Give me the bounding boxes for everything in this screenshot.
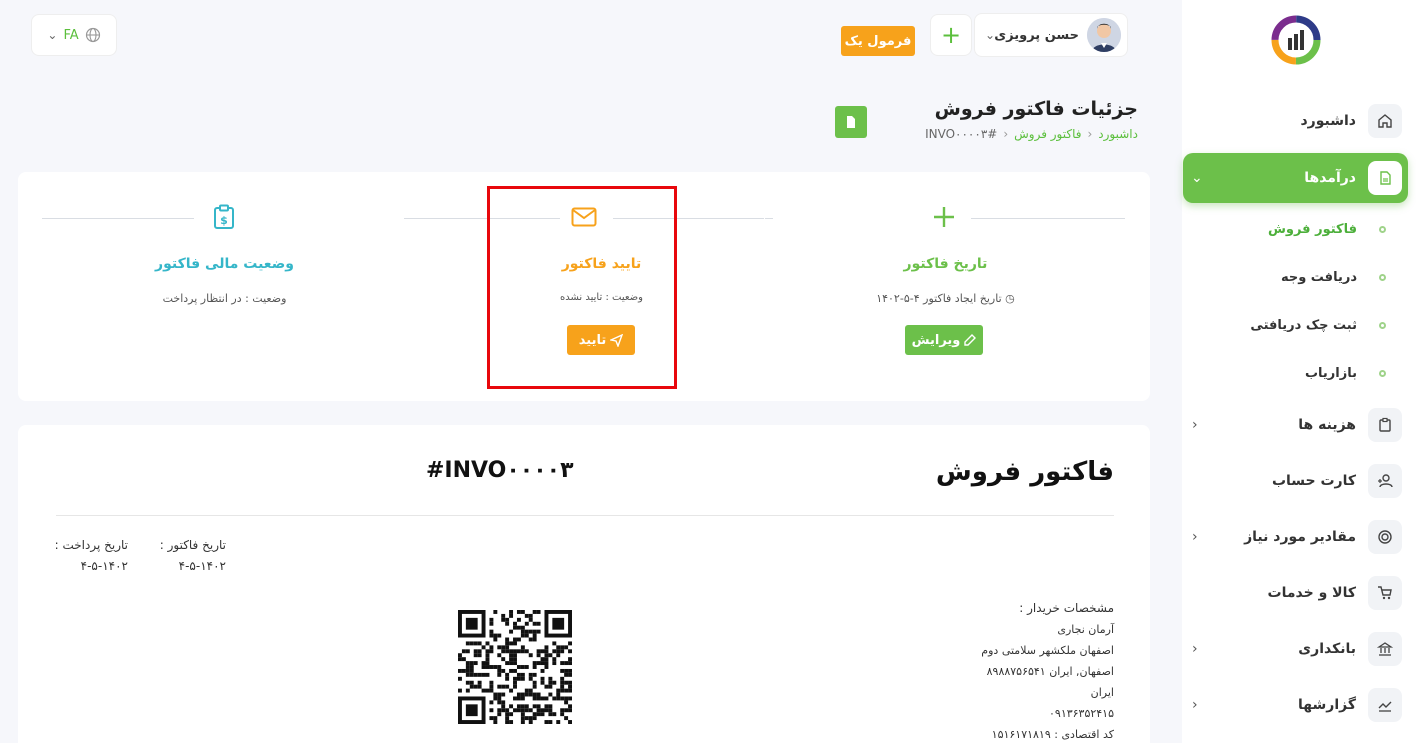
chevron-down-icon: ⌄ [1191, 170, 1203, 186]
document-icon [847, 116, 855, 128]
edit-icon [964, 334, 977, 346]
buyer-heading: مشخصات خریدار : [1019, 601, 1114, 615]
buyer-economic-code: کد اقتصادی : ۱۵۱۶۱۷۱۸۱۹ [991, 728, 1114, 741]
edit-button[interactable]: ویرایش [905, 325, 983, 355]
invoice-card: فاکتور فروش #INVO۰۰۰۰۳ تاریخ فاکتور : ۴-… [18, 425, 1150, 743]
sidebar-item-account-card[interactable]: کارت حساب [1184, 459, 1408, 503]
page-title: جزئیات فاکتور فروش [934, 98, 1138, 120]
home-icon [1368, 104, 1402, 138]
breadcrumb-dashboard[interactable]: داشبورد [1098, 127, 1138, 141]
sidebar-subitem-register-cheque[interactable]: ثبت چک دریافتی [1202, 313, 1392, 337]
step-financial-status: $ وضعیت مالی فاکتور وضعیت : در انتظار پر… [18, 172, 395, 401]
chevron-down-icon: ⌄ [985, 28, 996, 42]
step-invoice-date: تاریخ فاکتور ◷ تاریخ ایجاد فاکتور ۴-۵-۱۴… [765, 172, 1150, 401]
payment-date-label: تاریخ پرداخت : [54, 538, 128, 552]
buyer-details: مشخصات خریدار : آرمان نجاری اصفهان ملکشه… [981, 598, 1114, 743]
buyer-name: آرمان نجاری [1057, 623, 1114, 636]
sidebar-subitem-label: ثبت چک دریافتی [1250, 317, 1357, 333]
clock-icon: ◷ [1005, 292, 1015, 305]
globe-icon [85, 27, 100, 43]
divider [56, 515, 1114, 516]
highlight-box [487, 186, 677, 389]
invoice-date-label: تاریخ فاکتور : [159, 538, 226, 552]
avatar [1087, 18, 1121, 52]
svg-text:$: $ [220, 214, 228, 227]
chevron-left-icon: ‹ [1003, 127, 1009, 141]
breadcrumb-current: #INVO۰۰۰۰۳ [925, 127, 998, 141]
sidebar-item-banking[interactable]: بانکداری ‹ [1184, 627, 1408, 671]
invoice-number: #INVO۰۰۰۰۳ [426, 458, 574, 483]
chevron-left-icon: ‹ [1192, 417, 1198, 433]
sidebar: داشبورد درآمدها ⌄ فاکتور فروش دریافت وجه… [1182, 0, 1416, 743]
sidebar-subitem-label: دریافت وجه [1280, 269, 1357, 285]
app-logo[interactable] [1270, 14, 1322, 66]
chevron-left-icon: ‹ [1192, 697, 1198, 713]
sidebar-item-reports[interactable]: گزارشها ‹ [1184, 683, 1408, 727]
sidebar-subitem-receive-payment[interactable]: دریافت وجه [1202, 265, 1392, 289]
document-button[interactable] [835, 106, 867, 138]
document-icon [1368, 161, 1402, 195]
bullet-icon [1379, 225, 1386, 233]
sidebar-item-label: هزینه ها [1298, 417, 1356, 433]
qr-code [458, 610, 572, 724]
user-name: حسن پرویزی [994, 27, 1079, 43]
breadcrumb: داشبورد ‹ فاکتور فروش ‹ #INVO۰۰۰۰۳ [925, 127, 1138, 141]
chevron-down-icon: ⌄ [47, 28, 58, 42]
user-menu[interactable]: حسن پرویزی ⌄ [974, 13, 1128, 57]
language-code: FA [63, 27, 79, 43]
clipboard-dollar-icon: $ [209, 202, 239, 232]
language-selector[interactable]: ⌄ FA [31, 14, 117, 56]
clipboard-icon [1368, 408, 1402, 442]
breadcrumb-sales-invoice[interactable]: فاکتور فروش [1014, 127, 1081, 141]
buyer-city-postal: اصفهان, ایران ۸۹۸۸۷۵۶۵۴۱ [986, 665, 1114, 678]
sidebar-item-required-values[interactable]: مقادیر مورد نیاز ‹ [1184, 515, 1408, 559]
sidebar-subitem-label: فاکتور فروش [1267, 221, 1357, 237]
bullet-icon [1379, 321, 1386, 329]
chart-icon [1368, 688, 1402, 722]
sidebar-item-label: داشبورد [1300, 113, 1357, 129]
sidebar-item-label: گزارشها [1298, 697, 1356, 713]
buyer-address: اصفهان ملکشهر سلامتی دوم [981, 644, 1114, 657]
bullet-icon [1379, 273, 1386, 281]
payment-date-block: تاریخ پرداخت : ۴-۵-۱۴۰۲ [48, 535, 128, 577]
sidebar-subitem-sales-invoice[interactable]: فاکتور فروش [1202, 217, 1392, 241]
sidebar-item-label: کارت حساب [1271, 473, 1356, 489]
sidebar-item-label: درآمدها [1304, 170, 1356, 186]
bank-icon [1368, 632, 1402, 666]
plus-icon: + [940, 21, 962, 49]
step-status: وضعیت : در انتظار پرداخت [162, 292, 287, 305]
sidebar-item-goods-services[interactable]: کالا و خدمات [1184, 571, 1408, 615]
step-title: تاریخ فاکتور [903, 256, 988, 272]
sidebar-item-label: کالا و خدمات [1267, 585, 1356, 601]
sidebar-item-income[interactable]: درآمدها ⌄ [1183, 153, 1408, 203]
step-title: وضعیت مالی فاکتور [155, 256, 294, 272]
sidebar-item-label: مقادیر مورد نیاز [1244, 529, 1356, 545]
sidebar-item-dashboard[interactable]: داشبورد [1184, 99, 1408, 143]
edit-button-label: ویرایش [911, 332, 961, 348]
step-date-info: ◷ تاریخ ایجاد فاکتور ۴-۵-۱۴۰۲ [757, 292, 1134, 305]
step-date-text: تاریخ ایجاد فاکتور ۴-۵-۱۴۰۲ [876, 292, 1002, 305]
chevron-left-icon: ‹ [1087, 127, 1093, 141]
sidebar-item-label: بانکداری [1298, 641, 1356, 657]
chevron-left-icon: ‹ [1192, 641, 1198, 657]
add-button[interactable]: + [930, 14, 972, 56]
user-plus-icon [1368, 464, 1402, 498]
payment-date-value: ۴-۵-۱۴۰۲ [80, 559, 128, 573]
buyer-country: ایران [1090, 686, 1114, 699]
plus-icon [929, 202, 959, 232]
chevron-left-icon: ‹ [1192, 529, 1198, 545]
sidebar-subitem-marketer[interactable]: بازاریاب [1202, 361, 1392, 385]
buyer-phone: ۰۹۱۳۶۳۵۲۴۱۵ [1049, 707, 1114, 720]
cart-icon [1368, 576, 1402, 610]
invoice-title: فاکتور فروش [935, 457, 1114, 487]
bullet-icon [1379, 369, 1386, 377]
formula-button[interactable]: فرمول یک [841, 26, 915, 56]
sidebar-subitem-label: بازاریاب [1304, 365, 1357, 381]
invoice-date-block: تاریخ فاکتور : ۴-۵-۱۴۰۲ [146, 535, 226, 577]
target-icon [1368, 520, 1402, 554]
invoice-date-value: ۴-۵-۱۴۰۲ [178, 559, 226, 573]
sidebar-item-expenses[interactable]: هزینه ها ‹ [1184, 403, 1408, 447]
